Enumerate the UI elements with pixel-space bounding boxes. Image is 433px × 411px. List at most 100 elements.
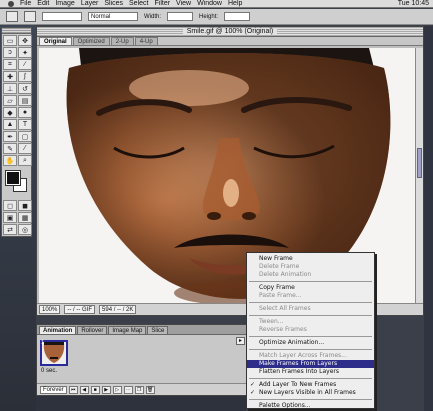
duplicate-frame-icon[interactable]: ❐ (134, 385, 144, 394)
animation-palette-tabs: Animation Rollover Image Map Slice (37, 325, 247, 335)
jump-to-imageready-icon[interactable]: ⇄ (3, 224, 17, 235)
previous-frame-icon[interactable]: ◀ (79, 385, 89, 394)
menu-separator (249, 349, 372, 350)
menu-item-new-frame[interactable]: New Frame (247, 255, 374, 263)
tab-optimized[interactable]: Optimized (72, 37, 110, 45)
apple-menu-icon[interactable] (8, 0, 14, 7)
brush-tool-icon[interactable]: ∫ (18, 71, 32, 82)
slice-tool-icon[interactable]: ∕ (18, 59, 32, 70)
menu-item-select-all-frames[interactable]: Select All Frames (247, 305, 374, 313)
play-icon[interactable]: ▶ (101, 385, 111, 394)
menu-separator (249, 281, 372, 282)
frame-delay[interactable]: 0 sec. (41, 368, 57, 374)
dodge-tool-icon[interactable]: ● (18, 107, 32, 118)
menu-clock: Tue 10:45 (397, 0, 429, 7)
tab-original[interactable]: Original (39, 37, 72, 45)
hand-tool-icon[interactable]: ✋ (3, 155, 17, 166)
zoom-level[interactable]: 100% (39, 305, 61, 314)
eyedropper-tool-icon[interactable]: ⁄ (18, 143, 32, 154)
menu-edit[interactable]: Edit (37, 0, 49, 8)
menu-window[interactable]: Window (197, 0, 222, 8)
toolbox: ▭ ✥ ↄ ✦ ⌗ ∕ ✚ ∫ ⊥ ↺ ▱ ▤ ◆ ● ▲ T ✒ ▢ ✎ ⁄ … (1, 27, 32, 237)
palette-menu-button[interactable]: ▸ (236, 337, 245, 345)
menu-item-paste-frame[interactable]: Paste Frame... (247, 292, 374, 300)
menu-slices[interactable]: Slices (104, 0, 123, 8)
next-frame-icon[interactable]: ▷ (112, 385, 122, 394)
crop-tool-icon[interactable]: ⌗ (3, 59, 17, 70)
menu-item-reverse-frames[interactable]: Reverse Frames (247, 326, 374, 334)
standard-mode-icon[interactable]: ◻ (3, 200, 17, 211)
tab-rollover[interactable]: Rollover (77, 326, 108, 334)
menu-item-new-layers-visible-in-all-frames[interactable]: New Layers Visible in All Frames (247, 389, 374, 397)
menu-item-flatten-frames-into-layers[interactable]: Flatten Frames Into Layers (247, 368, 374, 376)
magic-wand-tool-icon[interactable]: ✦ (18, 47, 32, 58)
animation-palette: Animation Rollover Image Map Slice ▸ 1 0… (36, 324, 248, 396)
tab-animation[interactable]: Animation (39, 326, 77, 334)
format-info: -- / -- GIF (64, 305, 96, 314)
menu-item-delete-frame[interactable]: Delete Frame (247, 263, 374, 271)
menu-image[interactable]: Image (55, 0, 74, 8)
menu-item-optimize-animation[interactable]: Optimize Animation... (247, 339, 374, 347)
menu-separator (249, 336, 372, 337)
menu-help[interactable]: Help (228, 0, 242, 8)
gradient-tool-icon[interactable]: ▤ (18, 95, 32, 106)
feather-field[interactable] (42, 12, 82, 21)
menu-item-copy-frame[interactable]: Copy Frame (247, 284, 374, 292)
desktop-background-right (424, 26, 433, 411)
blur-tool-icon[interactable]: ◆ (3, 107, 17, 118)
menu-item-palette-options[interactable]: Palette Options... (247, 402, 374, 410)
selection-mode-icon[interactable] (24, 11, 36, 22)
stamp-tool-icon[interactable]: ⊥ (3, 83, 17, 94)
zoom-tool-icon[interactable]: ⌕ (18, 155, 32, 166)
menu-filter[interactable]: Filter (154, 0, 170, 8)
marquee-tool-icon[interactable]: ▭ (3, 35, 17, 46)
tab-4-up[interactable]: 4-Up (134, 37, 158, 45)
menu-select[interactable]: Select (129, 0, 148, 8)
preview-in-browser-icon[interactable]: ◎ (18, 224, 32, 235)
menu-separator (249, 378, 372, 379)
eraser-tool-icon[interactable]: ▱ (3, 95, 17, 106)
first-frame-icon[interactable]: ⏮ (68, 385, 78, 394)
delete-frame-icon[interactable]: 🗑 (145, 385, 155, 394)
animation-controls: Forever ⏮ ◀ ■ ▶ ▷ ⋯ ❐ 🗑 (37, 383, 247, 395)
history-brush-tool-icon[interactable]: ↺ (18, 83, 32, 94)
path-selection-tool-icon[interactable]: ▲ (3, 119, 17, 130)
vertical-scrollbar[interactable] (415, 48, 423, 303)
height-label: Height: (199, 13, 219, 20)
notes-tool-icon[interactable]: ✎ (3, 143, 17, 154)
tab-2-up[interactable]: 2-Up (110, 37, 134, 45)
stop-icon[interactable]: ■ (90, 385, 100, 394)
scrollbar-thumb[interactable] (417, 148, 422, 178)
menu-item-match-layer-across-frames[interactable]: Match Layer Across Frames... (247, 352, 374, 360)
style-select[interactable]: Normal (88, 12, 138, 21)
lasso-tool-icon[interactable]: ↄ (3, 47, 17, 58)
foreground-color-swatch[interactable] (5, 170, 21, 186)
screen-mode-icon[interactable]: ▣ (3, 212, 17, 223)
tab-slice[interactable]: Slice (147, 326, 169, 334)
menu-layer[interactable]: Layer (81, 0, 99, 8)
menu-view[interactable]: View (176, 0, 191, 8)
quick-mask-mode-icon[interactable]: ◼ (18, 200, 32, 211)
type-tool-icon[interactable]: T (18, 119, 32, 130)
shape-tool-icon[interactable]: ▢ (18, 131, 32, 142)
menu-item-make-frames-from-layers[interactable]: Make Frames From Layers (247, 360, 374, 368)
menu-item-tween[interactable]: Tween... (247, 318, 374, 326)
document-view-tabs: Original Optimized 2-Up 4-Up (37, 37, 423, 46)
menu-item-delete-animation[interactable]: Delete Animation (247, 271, 374, 279)
marquee-tool-icon[interactable] (6, 11, 18, 22)
size-info: 594 / -- / 2K (99, 305, 137, 314)
healing-brush-tool-icon[interactable]: ✚ (3, 71, 17, 82)
tween-icon[interactable]: ⋯ (123, 385, 133, 394)
document-titlebar[interactable]: Smile.gif @ 100% (Original) (37, 27, 423, 37)
height-field[interactable] (224, 12, 251, 21)
move-tool-icon[interactable]: ✥ (18, 35, 32, 46)
tab-image-map[interactable]: Image Map (108, 326, 147, 334)
menu-separator (249, 399, 372, 400)
animation-palette-menu: New Frame Delete Frame Delete Animation Cop… (246, 252, 375, 409)
pen-tool-icon[interactable]: ✒ (3, 131, 17, 142)
loop-select[interactable]: Forever (40, 385, 67, 394)
full-screen-mode-icon[interactable]: ▦ (18, 212, 32, 223)
menu-file[interactable]: File (20, 0, 31, 8)
menu-item-add-layer-to-new-frames[interactable]: Add Layer To New Frames (247, 381, 374, 389)
width-field[interactable] (167, 12, 194, 21)
